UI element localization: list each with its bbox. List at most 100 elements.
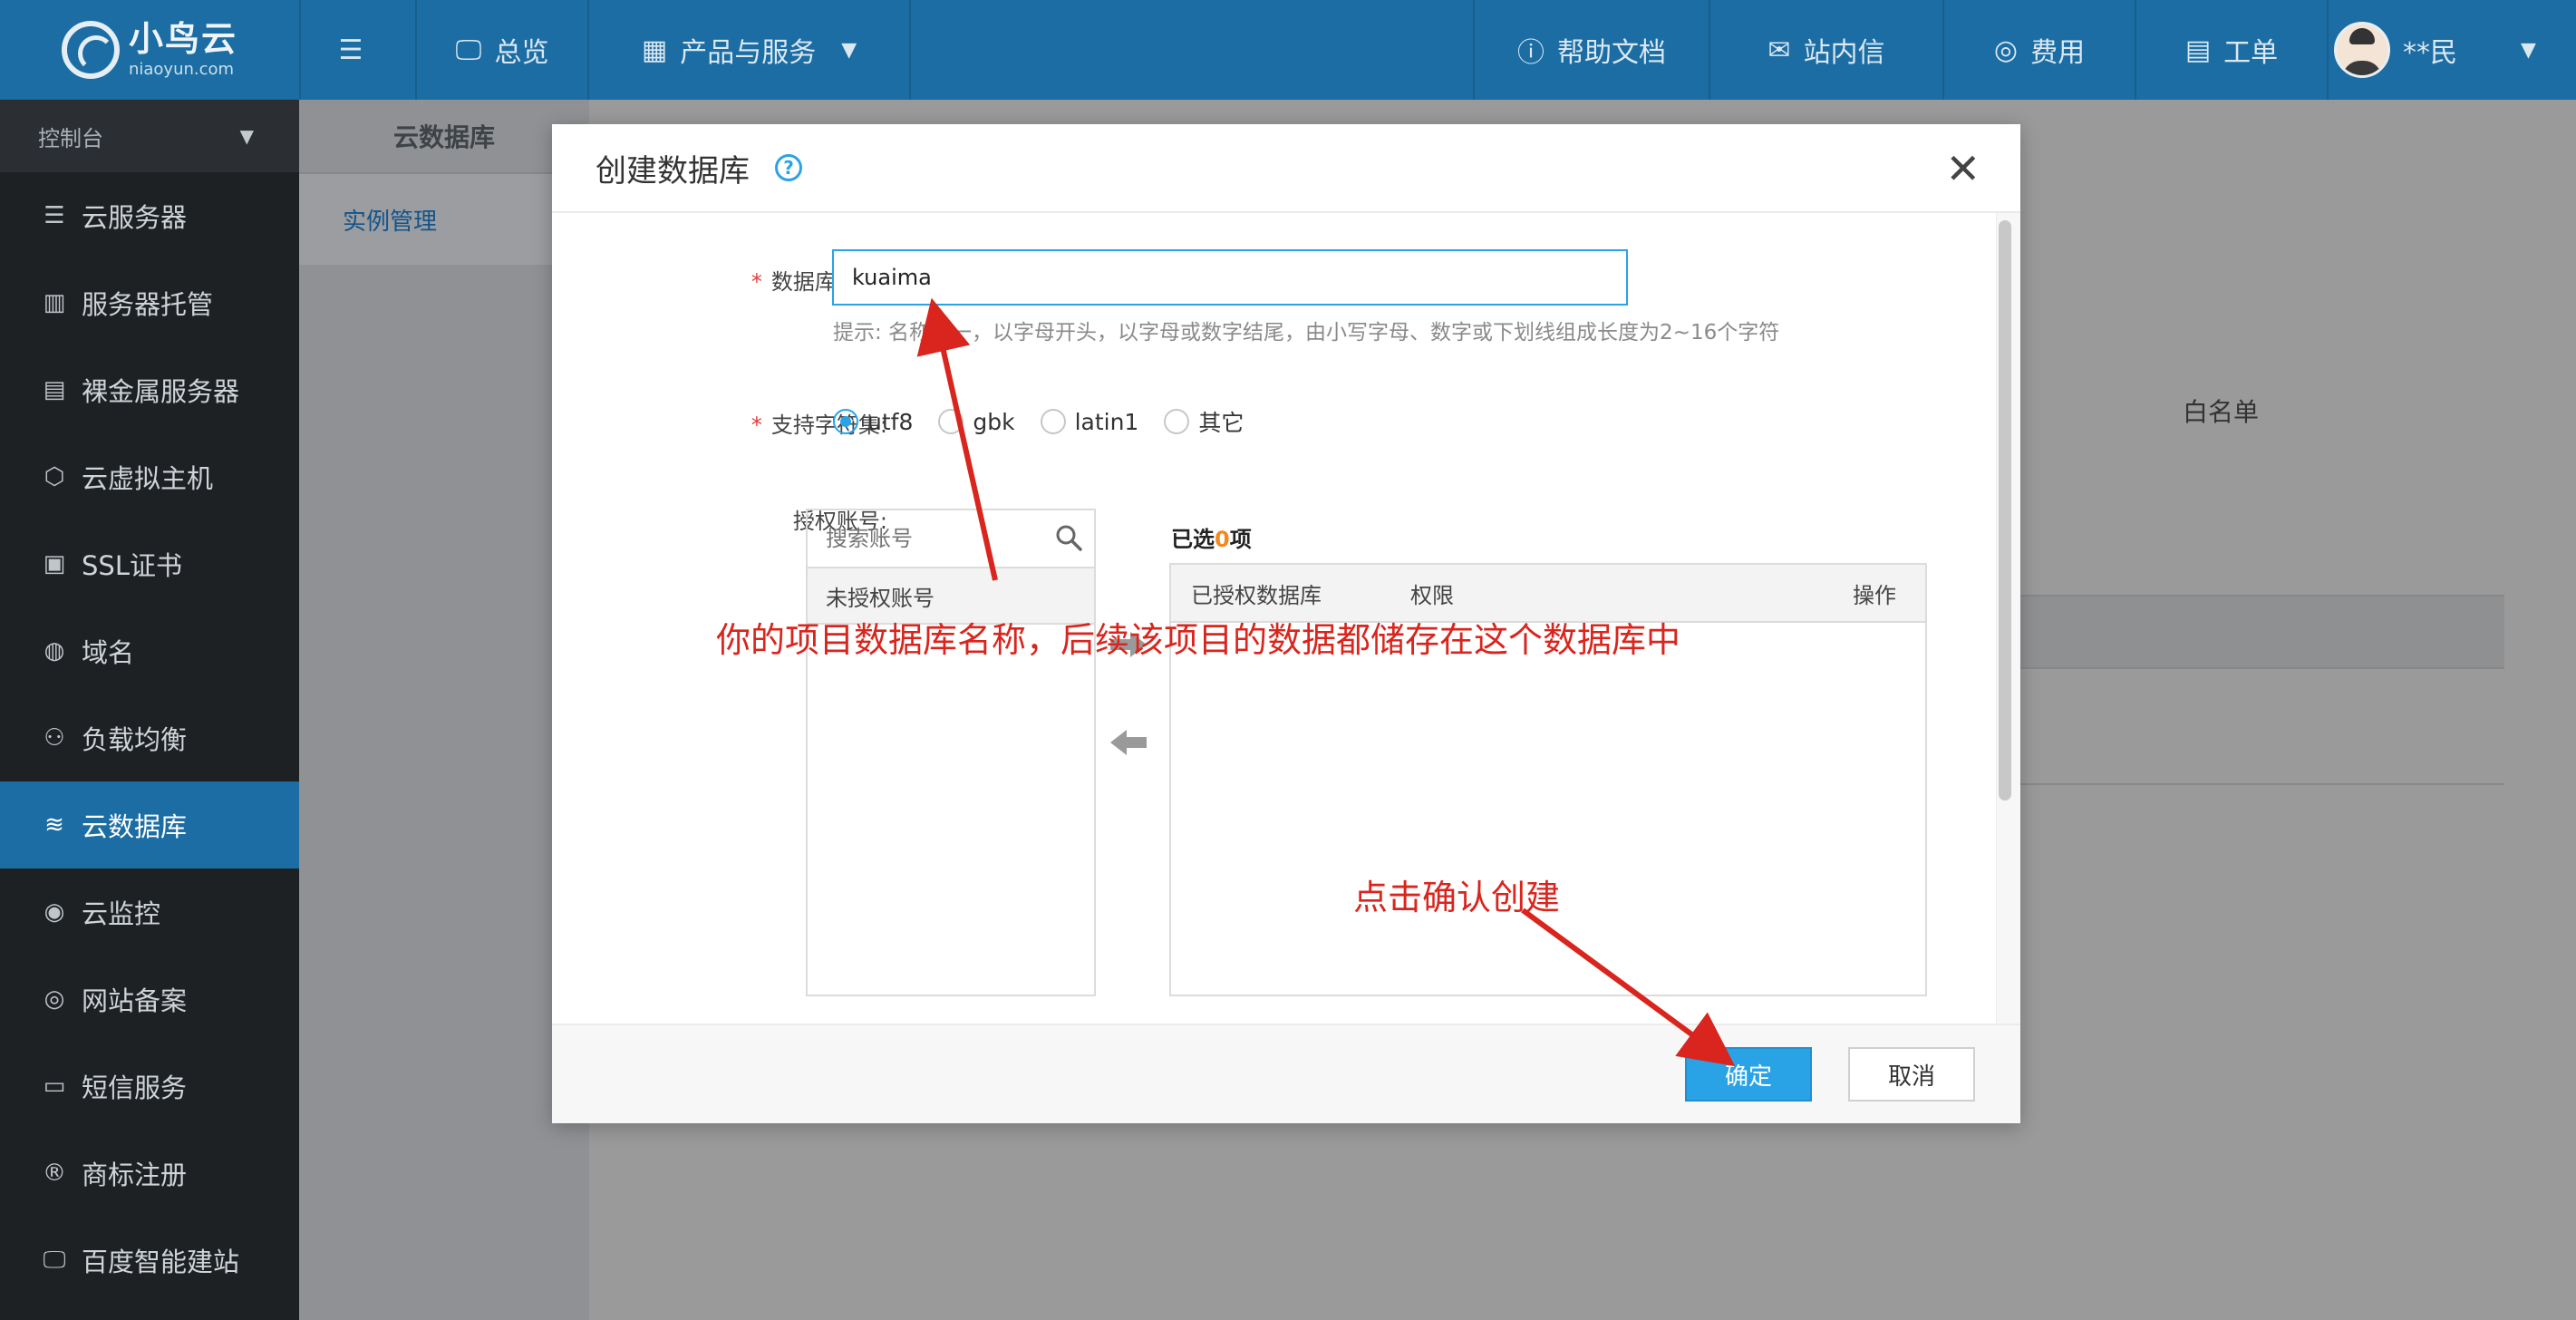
globe-icon: ◍: [44, 637, 65, 665]
cube-icon: ⬡: [44, 463, 65, 490]
monitor-icon: 🖵: [455, 34, 482, 66]
sidebar-item-database[interactable]: ≋ 云数据库: [0, 781, 299, 869]
sidebar-item-ssl[interactable]: ▣ SSL证书: [0, 520, 299, 607]
radio-dot: [1040, 409, 1066, 434]
logo[interactable]: 小鸟云 niaoyun.com: [0, 0, 301, 100]
account-search-input[interactable]: [808, 525, 1045, 552]
radio-label: gbk: [973, 408, 1015, 435]
required-mark: *: [751, 412, 762, 438]
nav-products-services[interactable]: ▦ 产品与服务 ▼: [589, 0, 911, 100]
sidebar-item-label: 负载均衡: [82, 724, 188, 755]
coin-icon: ◎: [1993, 34, 2019, 66]
sidebar-item-site-builder[interactable]: 🖵 百度智能建站: [0, 1217, 299, 1304]
sidebar-item-label: 云虚拟主机: [82, 463, 214, 494]
console-selector[interactable]: 控制台 ▼: [0, 100, 299, 172]
nav-fees[interactable]: ◎ 费用: [1944, 0, 2136, 100]
sidebar-item-virtual-host[interactable]: ⬡ 云虚拟主机: [0, 433, 299, 520]
collapse-menu-icon: ☰: [338, 34, 363, 66]
sidebar-item-label: 云数据库: [82, 811, 188, 842]
selected-suffix: 项: [1229, 527, 1252, 552]
sidebar-item-label: 服务器托管: [82, 289, 214, 320]
unauthorized-accounts-panel: 未授权账号: [806, 509, 1096, 996]
nav-messages-label: 站内信: [1803, 37, 1885, 69]
sidebar-item-bare-metal[interactable]: ▤ 裸金属服务器: [0, 346, 299, 433]
annotation-db-name: 你的项目数据库名称，后续该项目的数据都储存在这个数据库中: [716, 620, 1681, 660]
arrow-left-icon[interactable]: [1107, 726, 1150, 759]
nav-help-docs[interactable]: ⓘ 帮助文档: [1473, 0, 1710, 100]
sidebar-item-record[interactable]: ◎ 网站备案: [0, 956, 299, 1043]
scrollbar[interactable]: [1999, 220, 2011, 801]
question-icon: ⓘ: [1517, 37, 1545, 69]
sidebar-item-label: 云监控: [82, 898, 161, 929]
sidebar-item-domain[interactable]: ◍ 域名: [0, 607, 299, 694]
sidebar-item-cloud-server[interactable]: ☰ 云服务器: [0, 172, 299, 259]
sidebar-item-label: 网站备案: [82, 985, 188, 1016]
logo-name: 小鸟云: [128, 19, 237, 59]
mail-icon: ✉: [1767, 34, 1791, 66]
charset-radio-gbk[interactable]: gbk: [938, 408, 1015, 435]
account-search: [808, 510, 1094, 568]
monitor-icon: ◉: [44, 898, 65, 926]
hosting-icon: ▥: [43, 289, 66, 316]
nav-help-label: 帮助文档: [1557, 37, 1666, 69]
certificate-icon: ▣: [43, 550, 66, 578]
sidebar-item-label: 云服务器: [82, 202, 188, 233]
chevron-down-icon: ▼: [2521, 38, 2536, 62]
logo-domain: niaoyun.com: [128, 60, 235, 79]
nav-overview-label: 总览: [494, 37, 549, 69]
site-builder-icon: 🖵: [43, 1246, 66, 1274]
grid-icon: ▦: [641, 34, 668, 66]
user-name: **民: [2403, 37, 2457, 69]
selected-prefix: 已选: [1171, 527, 1215, 552]
console-label: 控制台: [38, 125, 103, 151]
bg-table-col-whitelist: 白名单: [2183, 397, 2260, 427]
charset-radio-group: utf8 gbk latin1 其它: [833, 405, 1269, 438]
sidebar-item-trademark[interactable]: ® 商标注册: [0, 1130, 299, 1217]
nav-products-label: 产品与服务: [680, 37, 817, 69]
nav-messages[interactable]: ✉ 站内信: [1710, 0, 1944, 100]
top-bar: 小鸟云 niaoyun.com ☰ 🖵 总览 ▦ 产品与服务 ▼ ⓘ 帮助文档 …: [0, 0, 2576, 100]
subnav-item-instances[interactable]: 实例管理: [299, 174, 589, 265]
sidebar-item-monitor[interactable]: ◉ 云监控: [0, 869, 299, 956]
charset-radio-other[interactable]: 其它: [1164, 405, 1244, 438]
sidebar-item-sms[interactable]: ▭ 短信服务: [0, 1043, 299, 1130]
sidebar-collapse-button[interactable]: ☰: [299, 0, 417, 100]
help-icon[interactable]: ?: [775, 154, 802, 181]
sidebar-item-load-balance[interactable]: ⚇ 负载均衡: [0, 694, 299, 781]
close-icon[interactable]: ✕: [1945, 148, 1980, 189]
cancel-button[interactable]: 取消: [1848, 1047, 1975, 1102]
sidebar: 控制台 ▼ ☰ 云服务器 ▥ 服务器托管 ▤ 裸金属服务器 ⬡ 云虚拟主机 ▣ SSL证书…: [0, 100, 299, 1320]
trademark-icon: ®: [43, 1160, 66, 1187]
confirm-button[interactable]: 确定: [1685, 1047, 1812, 1102]
required-mark: *: [751, 269, 762, 295]
ticket-icon: ▤: [2184, 34, 2212, 66]
sidebar-item-label: 裸金属服务器: [82, 376, 240, 407]
logo-mark-icon: [61, 21, 120, 79]
selected-count: 0: [1215, 527, 1230, 552]
sms-icon: ▭: [43, 1072, 66, 1100]
db-name-input[interactable]: [832, 249, 1628, 306]
nav-tickets[interactable]: ▤ 工单: [2136, 0, 2329, 100]
search-icon[interactable]: [1054, 523, 1083, 552]
charset-radio-utf8[interactable]: utf8: [833, 409, 913, 435]
sidebar-item-label: 短信服务: [82, 1072, 188, 1103]
nav-fees-label: 费用: [2030, 37, 2086, 69]
db-name-hint: 提示: 名称唯一，以字母开头，以字母或数字结尾，由小写字母、数字或下划线组成长度…: [833, 321, 1780, 345]
secondary-nav-title: 云数据库: [299, 100, 589, 174]
col-actions: 操作: [1853, 582, 1896, 608]
radio-label: utf8: [867, 408, 914, 435]
selected-count-title: 已选0项: [1171, 521, 1252, 553]
avatar: [2334, 22, 2390, 78]
dialog-footer: 确定 取消: [552, 1024, 2020, 1123]
charset-radio-latin1[interactable]: latin1: [1040, 408, 1139, 435]
caret-down-icon: ▼: [239, 125, 254, 147]
col-permission: 权限: [1410, 582, 1454, 608]
radio-label: 其它: [1198, 410, 1244, 436]
sidebar-item-hosting[interactable]: ▥ 服务器托管: [0, 259, 299, 346]
user-menu[interactable]: **民 ▼: [2329, 0, 2576, 100]
nav-overview[interactable]: 🖵 总览: [417, 0, 589, 100]
radio-dot: [1164, 409, 1190, 434]
col-authorized-db: 已授权数据库: [1191, 582, 1322, 608]
radio-label: latin1: [1074, 408, 1139, 435]
record-icon: ◎: [44, 985, 65, 1013]
